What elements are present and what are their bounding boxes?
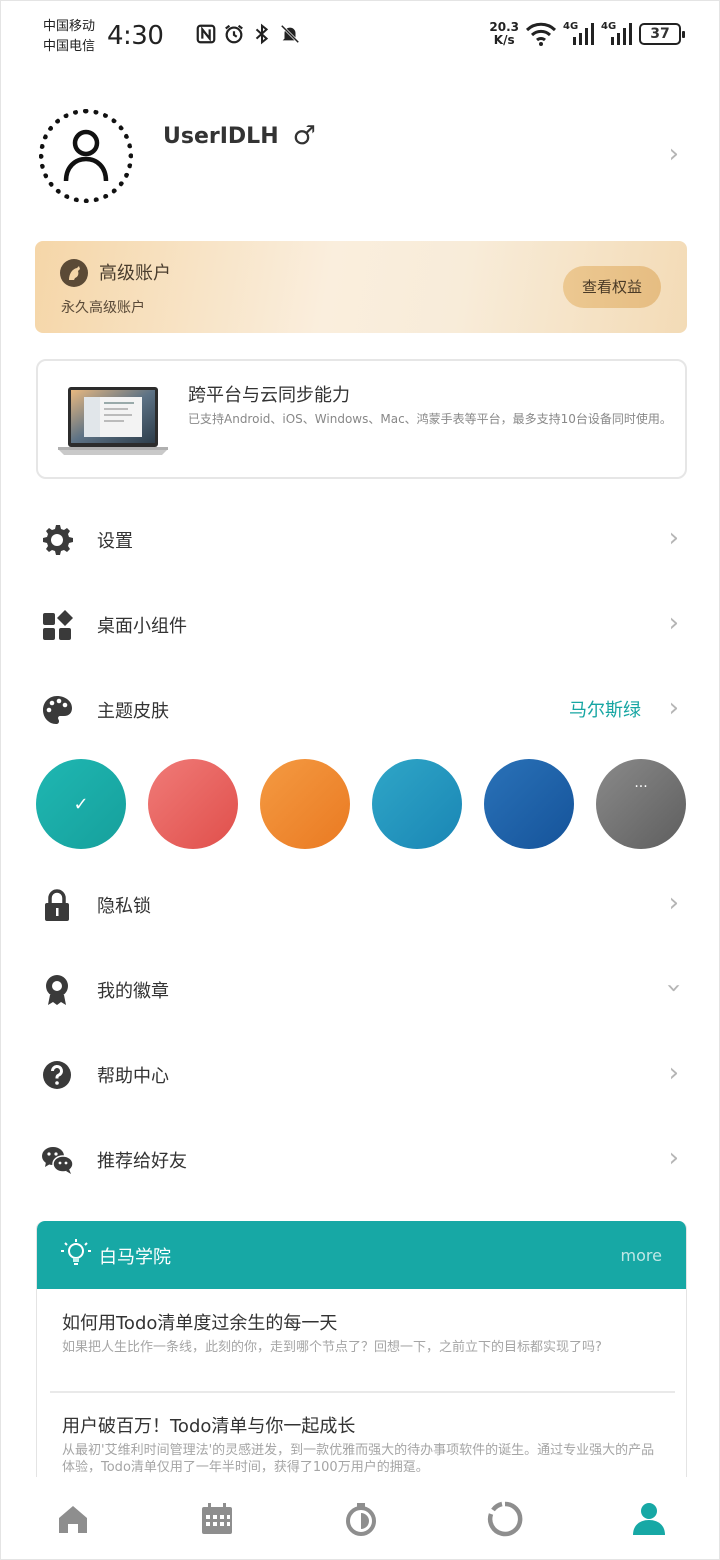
chevron-down-icon: › [658, 982, 689, 994]
signal-icon: 4G [601, 21, 633, 47]
nfc-icon [196, 24, 216, 44]
laptop-image [58, 387, 168, 455]
menu-item-widgets[interactable]: 桌面小组件 › [1, 582, 720, 668]
avatar[interactable] [39, 109, 133, 203]
menu-label-widgets: 桌面小组件 [97, 616, 187, 637]
carrier-1: 中国移动 [43, 19, 96, 34]
chevron-right-icon: › [668, 139, 679, 169]
stats-icon [487, 1501, 523, 1537]
bell-muted-icon [280, 24, 300, 44]
calendar-icon [202, 1503, 232, 1534]
menu-label-theme: 主题皮肤 [97, 701, 169, 722]
menu-item-share[interactable]: 推荐给好友 › [1, 1117, 720, 1203]
theme-swatch-orange[interactable] [260, 759, 350, 849]
nav-profile-tab[interactable] [629, 1499, 669, 1539]
nav-calendar-tab[interactable] [197, 1499, 237, 1539]
nav-home-tab[interactable] [53, 1499, 93, 1539]
timer-icon [346, 1503, 376, 1536]
theme-swatch-red[interactable] [148, 759, 238, 849]
sync-description: 已支持Android、iOS、Windows、Mac、鸿蒙手表等平台，最多支持1… [188, 412, 672, 426]
wifi-icon [525, 22, 557, 46]
home-icon [59, 1506, 87, 1533]
user-icon [63, 129, 109, 182]
right-status: 20.3 K/s 4G 4G 37 [489, 21, 685, 47]
carrier-2: 中国电信 [43, 39, 96, 54]
article-title: 用户破百万！Todo清单与你一起成长 [62, 1416, 356, 1437]
premium-title: 高级账户 [99, 263, 171, 284]
sync-title: 跨平台与云同步能力 [188, 385, 350, 406]
chevron-right-icon: › [668, 1058, 679, 1088]
theme-swatch-teal[interactable]: ✓ [36, 759, 126, 849]
bluetooth-icon [255, 23, 269, 45]
help-icon [39, 1057, 75, 1093]
menu-item-badges[interactable]: 我的徽章 › [1, 947, 720, 1033]
menu-label-privacy-lock: 隐私锁 [97, 896, 151, 917]
chevron-right-icon: › [668, 608, 679, 638]
gear-icon [39, 522, 75, 558]
theme-swatch-blue[interactable] [484, 759, 574, 849]
theme-swatch-sky[interactable] [372, 759, 462, 849]
premium-banner[interactable]: 高级账户 永久高级账户 查看权益 [35, 241, 687, 333]
academy-more-link[interactable]: more [621, 1246, 662, 1265]
article-title: 如何用Todo清单度过余生的每一天 [62, 1313, 338, 1334]
check-icon: ✓ [73, 793, 89, 815]
chevron-right-icon: › [668, 1143, 679, 1173]
status-bar: 中国移动 中国电信 4:30 20.3 K/s 4G 4G 37 [1, 1, 720, 73]
menu-item-theme[interactable]: 主题皮肤 马尔斯绿 › [1, 667, 720, 753]
carrier-names: 中国移动 中国电信 [43, 17, 95, 57]
menu-label-help: 帮助中心 [97, 1066, 169, 1087]
article-description: 如果把人生比作一条线，此刻的你，走到哪个节点了？回想一下，之前立下的目标都实现了… [62, 1340, 602, 1355]
lock-icon [39, 887, 75, 923]
clock: 4:30 [107, 21, 164, 51]
more-dots-icon: ··· [634, 779, 648, 795]
signal-1-label: 4G [563, 21, 579, 32]
menu-item-privacy-lock[interactable]: 隐私锁 › [1, 862, 720, 948]
bottom-navigation [1, 1477, 719, 1559]
widgets-icon [39, 607, 75, 643]
battery-icon: 37 [639, 23, 685, 45]
theme-swatch-more[interactable]: ··· [596, 759, 686, 849]
network-speed-unit: K/s [493, 33, 515, 47]
chevron-right-icon: › [668, 523, 679, 553]
chevron-right-icon: › [668, 693, 679, 723]
alarm-icon [225, 24, 243, 44]
wechat-icon [39, 1142, 75, 1178]
menu-item-settings[interactable]: 设置 › [1, 497, 720, 583]
profile-header[interactable]: UserIDLH ♂ › [1, 99, 720, 214]
signal-2-label: 4G [601, 21, 617, 32]
academy-title: 白马学院 [99, 1247, 171, 1268]
nav-stats-tab[interactable] [485, 1499, 525, 1539]
article-description: 从最初'艾维利时间管理法'的灵感迸发，到一款优雅而强大的待办事项软件的诞生。通过… [62, 1443, 655, 1475]
profile-icon [633, 1503, 665, 1535]
academy-header: 白马学院 more [37, 1221, 686, 1289]
nav-timer-tab[interactable] [341, 1499, 381, 1539]
lightbulb-icon [61, 1239, 91, 1265]
username: UserIDLH ♂ [163, 121, 316, 151]
sync-card[interactable]: 跨平台与云同步能力 已支持Android、iOS、Windows、Mac、鸿蒙手… [36, 359, 687, 479]
premium-subtitle: 永久高级账户 [61, 300, 145, 316]
menu-item-help[interactable]: 帮助中心 › [1, 1032, 720, 1118]
system-icons [195, 23, 301, 45]
network-speed: 20.3 K/s [489, 21, 519, 47]
username-text: UserIDLH [163, 123, 279, 149]
gender-male-icon: ♂ [292, 121, 316, 151]
badge-icon [39, 972, 75, 1008]
signal-icon: 4G [563, 21, 595, 47]
divider [50, 1391, 675, 1393]
horse-logo-icon [60, 259, 88, 287]
view-benefits-button[interactable]: 查看权益 [563, 266, 661, 308]
current-theme-value: 马尔斯绿 [569, 700, 641, 721]
chevron-right-icon: › [668, 888, 679, 918]
academy-section: 白马学院 more 如何用Todo清单度过余生的每一天 如果把人生比作一条线，此… [36, 1221, 687, 1481]
menu-label-badges: 我的徽章 [97, 981, 169, 1002]
menu-label-settings: 设置 [97, 531, 133, 552]
menu-label-share: 推荐给好友 [97, 1151, 187, 1172]
theme-swatches: ✓ ··· [36, 759, 686, 849]
palette-icon [39, 692, 75, 728]
